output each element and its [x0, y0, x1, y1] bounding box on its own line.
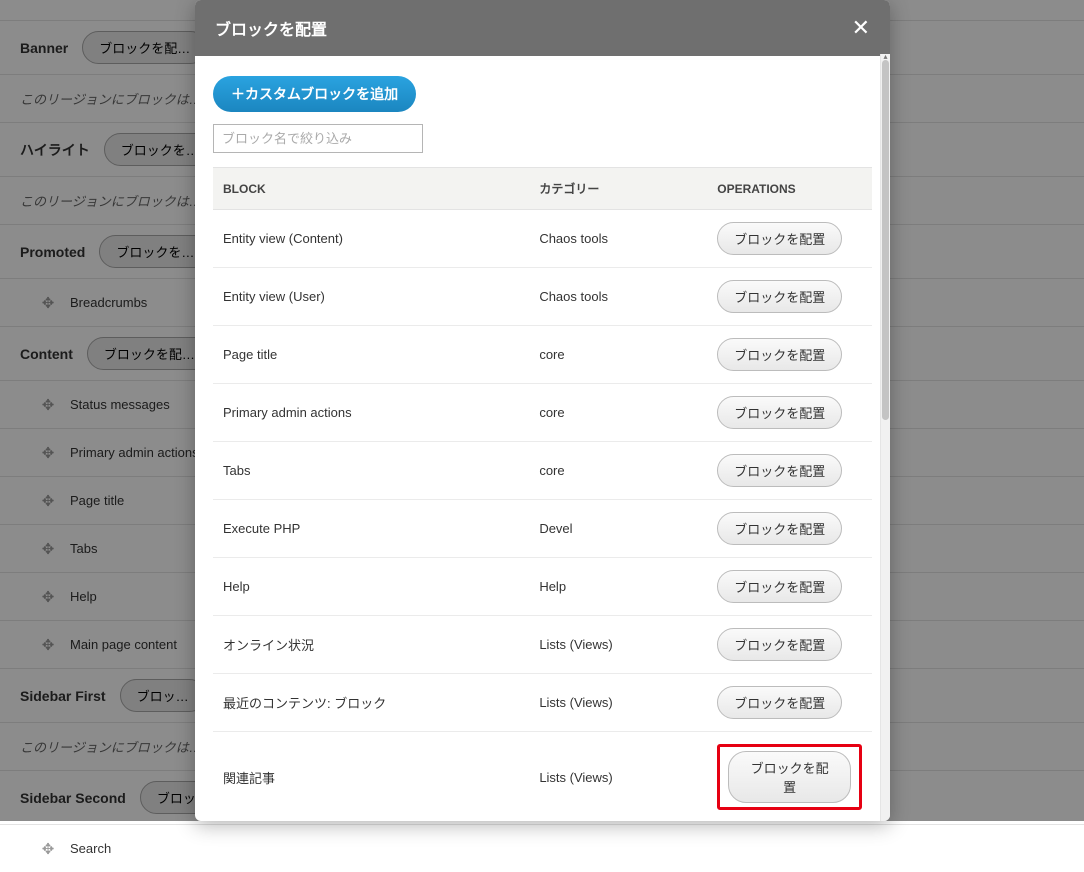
block-name-cell: 最近のコンテンツ: ブロック	[213, 674, 529, 732]
block-name-cell: 関連記事	[213, 732, 529, 822]
place-block-button[interactable]: ブロックを配置	[717, 280, 842, 313]
table-row: Primary admin actionscore ブロックを配置	[213, 384, 872, 442]
block-category-cell: Lists (Views)	[529, 732, 707, 822]
place-block-button[interactable]: ブロックを配置	[717, 512, 842, 545]
column-header-block: Block	[213, 168, 529, 210]
modal-header: ブロックを配置 ✕	[195, 0, 890, 56]
modal-title: ブロックを配置	[215, 16, 327, 40]
table-row: オンライン状況Lists (Views) ブロックを配置	[213, 616, 872, 674]
block-list-table: Block カテゴリー Operations Entity view (Cont…	[213, 167, 872, 821]
add-custom-block-button[interactable]: ＋カスタムブロックを追加	[213, 76, 416, 112]
block-name-cell: Help	[213, 558, 529, 616]
block-category-cell: core	[529, 442, 707, 500]
block-category-cell: Devel	[529, 500, 707, 558]
table-row: 最近のコンテンツ: ブロックLists (Views) ブロックを配置	[213, 674, 872, 732]
block-operations-cell: ブロックを配置	[707, 500, 872, 558]
table-row: 関連記事Lists (Views) ブロックを配置	[213, 732, 872, 822]
block-operations-cell: ブロックを配置	[707, 268, 872, 326]
drag-handle-icon[interactable]: ✥	[40, 841, 56, 857]
block-category-cell: Help	[529, 558, 707, 616]
block-name-cell: Page title	[213, 326, 529, 384]
column-header-operations: Operations	[707, 168, 872, 210]
table-row: Entity view (Content)Chaos tools ブロックを配置	[213, 210, 872, 268]
block-operations-cell: ブロックを配置	[707, 384, 872, 442]
close-icon[interactable]: ✕	[852, 17, 870, 39]
highlighted-action: ブロックを配置	[717, 744, 862, 810]
place-block-button[interactable]: ブロックを配置	[717, 628, 842, 661]
block-name-cell: Tabs	[213, 442, 529, 500]
table-row: HelpHelp ブロックを配置	[213, 558, 872, 616]
place-block-button[interactable]: ブロックを配置	[717, 222, 842, 255]
block-operations-cell: ブロックを配置	[707, 210, 872, 268]
place-block-button[interactable]: ブロックを配置	[717, 686, 842, 719]
place-block-button[interactable]: ブロックを配置	[717, 454, 842, 487]
place-block-button[interactable]: ブロックを配置	[717, 570, 842, 603]
block-name-cell: Execute PHP	[213, 500, 529, 558]
block-name-cell: オンライン状況	[213, 616, 529, 674]
place-block-button[interactable]: ブロックを配置	[717, 396, 842, 429]
block-name-cell: Primary admin actions	[213, 384, 529, 442]
place-block-button[interactable]: ブロックを配置	[717, 338, 842, 371]
table-row: Tabscore ブロックを配置	[213, 442, 872, 500]
block-operations-cell: ブロックを配置	[707, 442, 872, 500]
table-row: Page titlecore ブロックを配置	[213, 326, 872, 384]
block-category-cell: Chaos tools	[529, 268, 707, 326]
block-name: Search	[70, 841, 111, 856]
place-block-modal: ブロックを配置 ✕ ＋カスタムブロックを追加 Block カテゴリー Opera…	[195, 0, 890, 821]
table-row: Entity view (User)Chaos tools ブロックを配置	[213, 268, 872, 326]
block-filter-input[interactable]	[213, 124, 423, 153]
place-block-button[interactable]: ブロックを配置	[728, 751, 851, 803]
block-category-cell: Chaos tools	[529, 210, 707, 268]
block-category-cell: core	[529, 384, 707, 442]
block-name-cell: Entity view (Content)	[213, 210, 529, 268]
block-category-cell: Lists (Views)	[529, 616, 707, 674]
modal-body: ＋カスタムブロックを追加 Block カテゴリー Operations Enti…	[195, 56, 890, 821]
scrollbar-thumb[interactable]	[882, 60, 889, 420]
table-row[interactable]: ✥ Search	[0, 824, 1084, 872]
modal-scrollbar[interactable]: ▴	[880, 54, 890, 821]
block-operations-cell: ブロックを配置	[707, 732, 872, 822]
column-header-category: カテゴリー	[529, 168, 707, 210]
block-operations-cell: ブロックを配置	[707, 558, 872, 616]
block-category-cell: Lists (Views)	[529, 674, 707, 732]
table-row: Execute PHPDevel ブロックを配置	[213, 500, 872, 558]
block-category-cell: core	[529, 326, 707, 384]
block-operations-cell: ブロックを配置	[707, 674, 872, 732]
block-operations-cell: ブロックを配置	[707, 616, 872, 674]
block-name-cell: Entity view (User)	[213, 268, 529, 326]
block-operations-cell: ブロックを配置	[707, 326, 872, 384]
